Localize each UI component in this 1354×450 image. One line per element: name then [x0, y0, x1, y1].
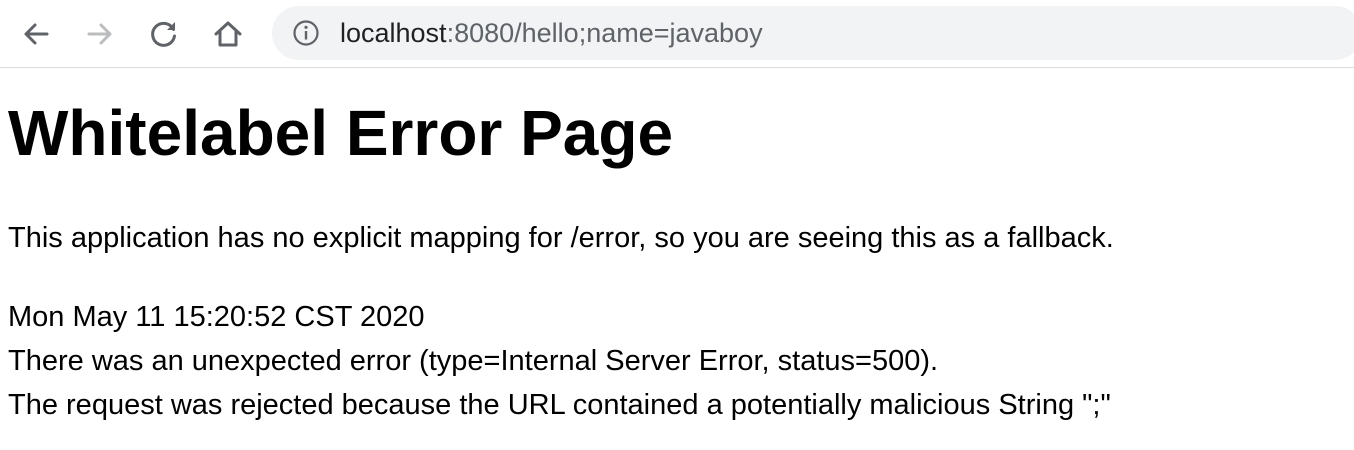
page-title: Whitelabel Error Page — [8, 97, 674, 169]
error-detail-line: The request was rejected because the URL… — [8, 389, 1111, 421]
error-details: Mon May 11 15:20:52 CST 2020 There was a… — [8, 295, 1111, 427]
url-path: :8080/hello;name=javaboy — [446, 18, 763, 48]
forward-button[interactable] — [80, 14, 120, 54]
reload-button[interactable] — [144, 14, 184, 54]
browser-toolbar: localhost:8080/hello;name=javaboy — [0, 0, 1354, 68]
back-button[interactable] — [16, 14, 56, 54]
home-button[interactable] — [208, 14, 248, 54]
arrow-right-icon — [87, 23, 112, 45]
url-text[interactable]: localhost:8080/hello;name=javaboy — [340, 18, 763, 48]
error-type-line: There was an unexpected error (type=Inte… — [8, 345, 939, 377]
reload-icon — [151, 21, 176, 47]
url-host: localhost — [340, 18, 447, 48]
arrow-left-icon — [24, 23, 49, 45]
fallback-message: This application has no explicit mapping… — [8, 222, 1114, 254]
info-icon[interactable] — [292, 19, 320, 47]
home-icon — [214, 21, 242, 47]
address-bar[interactable]: localhost:8080/hello;name=javaboy — [272, 6, 1354, 60]
error-timestamp: Mon May 11 15:20:52 CST 2020 — [8, 301, 425, 333]
